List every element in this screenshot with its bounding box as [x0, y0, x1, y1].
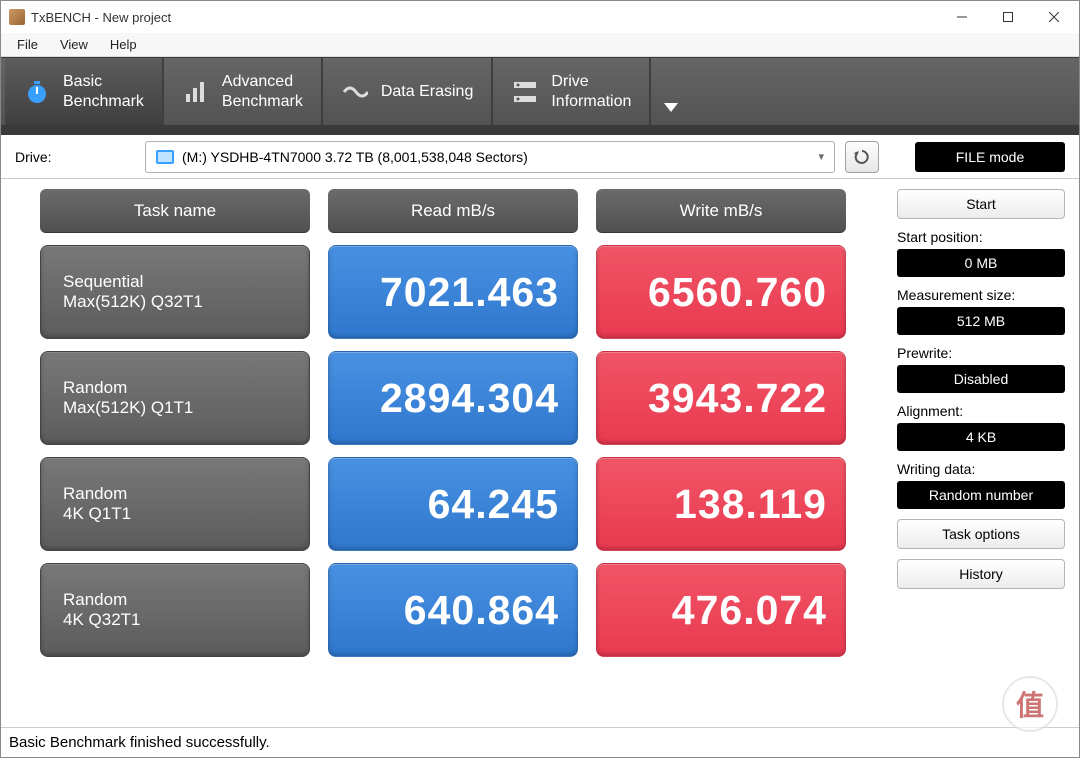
task-options-button[interactable]: Task options	[897, 519, 1065, 549]
result-row: Random4K Q32T1 640.864 476.074	[40, 563, 866, 657]
menu-view[interactable]: View	[50, 35, 98, 54]
maximize-icon	[1003, 12, 1013, 22]
header-write: Write mB/s	[596, 189, 846, 233]
tab-more-button[interactable]	[651, 58, 691, 125]
drive-select[interactable]: (M:) YSDHB-4TN7000 3.72 TB (8,001,538,04…	[145, 141, 835, 173]
write-value[interactable]: 476.074	[596, 563, 846, 657]
sidebar-panel: Start Start position: 0 MB Measurement s…	[897, 189, 1065, 723]
tab-label: Basic	[63, 73, 102, 90]
param-label: Start position:	[897, 229, 1065, 245]
chevron-down-icon	[664, 103, 678, 113]
param-label: Alignment:	[897, 403, 1065, 419]
read-value[interactable]: 640.864	[328, 563, 578, 657]
header-task: Task name	[40, 189, 310, 233]
eraser-icon	[341, 78, 369, 106]
tab-label: Benchmark	[63, 93, 144, 110]
param-label: Prewrite:	[897, 345, 1065, 361]
writing-data-value[interactable]: Random number	[897, 481, 1065, 509]
drive-label: Drive:	[15, 149, 135, 165]
read-value[interactable]: 64.245	[328, 457, 578, 551]
maximize-button[interactable]	[985, 1, 1031, 33]
header-read: Read mB/s	[328, 189, 578, 233]
content-area: Task name Read mB/s Write mB/s Sequentia…	[1, 179, 1079, 727]
menu-file[interactable]: File	[7, 35, 48, 54]
close-button[interactable]	[1031, 1, 1077, 33]
param-label: Writing data:	[897, 461, 1065, 477]
status-text: Basic Benchmark finished successfully.	[9, 734, 270, 751]
alignment-value[interactable]: 4 KB	[897, 423, 1065, 451]
task-cell[interactable]: RandomMax(512K) Q1T1	[40, 351, 310, 445]
tab-basic-benchmark[interactable]: Basic Benchmark	[5, 58, 164, 125]
write-value[interactable]: 3943.722	[596, 351, 846, 445]
menu-help[interactable]: Help	[100, 35, 147, 54]
title-bar[interactable]: TxBENCH - New project	[1, 1, 1079, 33]
measurement-size-value[interactable]: 512 MB	[897, 307, 1065, 335]
chevron-down-icon: ▾	[818, 150, 824, 163]
refresh-icon	[853, 148, 871, 166]
write-value[interactable]: 6560.760	[596, 245, 846, 339]
tab-label: Benchmark	[222, 93, 303, 110]
tab-drive-information[interactable]: Drive Information	[493, 58, 651, 125]
drive-icon	[511, 78, 539, 106]
result-row: Random4K Q1T1 64.245 138.119	[40, 457, 866, 551]
tab-label: Data Erasing	[381, 83, 474, 100]
stopwatch-icon	[23, 78, 51, 106]
results-panel: Task name Read mB/s Write mB/s Sequentia…	[15, 189, 891, 723]
menu-bar: File View Help	[1, 33, 1079, 57]
tab-advanced-benchmark[interactable]: Advanced Benchmark	[164, 58, 323, 125]
prewrite-value[interactable]: Disabled	[897, 365, 1065, 393]
task-cell[interactable]: Random4K Q1T1	[40, 457, 310, 551]
task-cell[interactable]: Random4K Q32T1	[40, 563, 310, 657]
app-icon	[9, 9, 25, 25]
start-button[interactable]: Start	[897, 189, 1065, 219]
tab-data-erasing[interactable]: Data Erasing	[323, 58, 494, 125]
minimize-icon	[957, 12, 967, 22]
read-value[interactable]: 7021.463	[328, 245, 578, 339]
drive-bar: Drive: (M:) YSDHB-4TN7000 3.72 TB (8,001…	[1, 135, 1079, 179]
read-value[interactable]: 2894.304	[328, 351, 578, 445]
minimize-button[interactable]	[939, 1, 985, 33]
tab-label: Advanced	[222, 73, 293, 90]
tab-label: Information	[551, 93, 631, 110]
task-cell[interactable]: SequentialMax(512K) Q32T1	[40, 245, 310, 339]
drive-device-icon	[156, 150, 174, 164]
status-bar: Basic Benchmark finished successfully.	[1, 727, 1079, 757]
history-button[interactable]: History	[897, 559, 1065, 589]
tab-strip: Basic Benchmark Advanced Benchmark Data Er…	[1, 57, 1079, 135]
result-row: SequentialMax(512K) Q32T1 7021.463 6560.…	[40, 245, 866, 339]
bar-chart-icon	[182, 78, 210, 106]
tab-label: Drive	[551, 73, 588, 90]
write-value[interactable]: 138.119	[596, 457, 846, 551]
refresh-button[interactable]	[845, 141, 879, 173]
window-title: TxBENCH - New project	[31, 10, 171, 25]
app-window: TxBENCH - New project File View Help Bas…	[0, 0, 1080, 758]
file-mode-toggle[interactable]: FILE mode	[915, 142, 1065, 172]
result-row: RandomMax(512K) Q1T1 2894.304 3943.722	[40, 351, 866, 445]
close-icon	[1049, 12, 1059, 22]
drive-selected-text: (M:) YSDHB-4TN7000 3.72 TB (8,001,538,04…	[182, 149, 528, 165]
start-position-value[interactable]: 0 MB	[897, 249, 1065, 277]
param-label: Measurement size:	[897, 287, 1065, 303]
